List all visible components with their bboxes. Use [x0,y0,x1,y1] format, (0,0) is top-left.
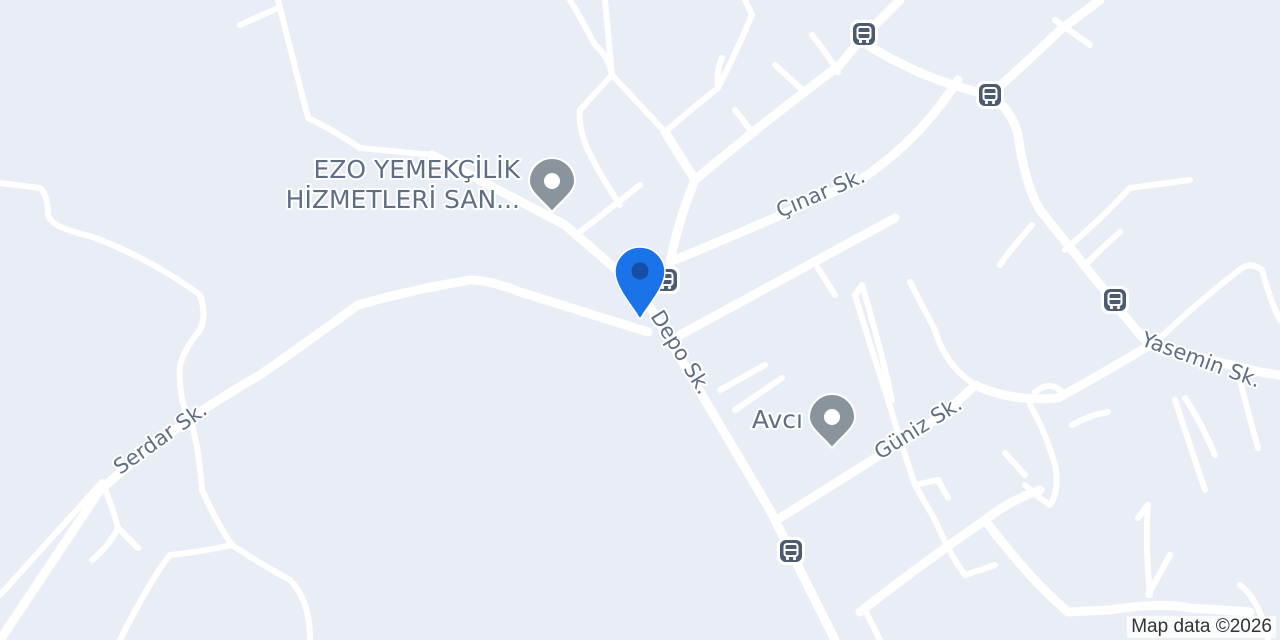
bus-stop-icon[interactable] [777,537,805,565]
bus-stop-icon[interactable] [850,20,878,48]
map-attribution[interactable]: Map data ©2026 [1127,616,1276,638]
bus-stop-icon[interactable] [976,81,1004,109]
bus-stop-icon[interactable] [1101,286,1129,314]
map-canvas[interactable]: Çınar Sk. Depo Sk. Serdar Sk. Güniz Sk. … [0,0,1280,640]
poi-ezo-label-line2: HİZMETLERİ SAN... [286,185,520,214]
poi-avci-label: Avcı [752,405,803,434]
poi-ezo-label-line1: EZO YEMEKÇİLİK [313,155,520,184]
